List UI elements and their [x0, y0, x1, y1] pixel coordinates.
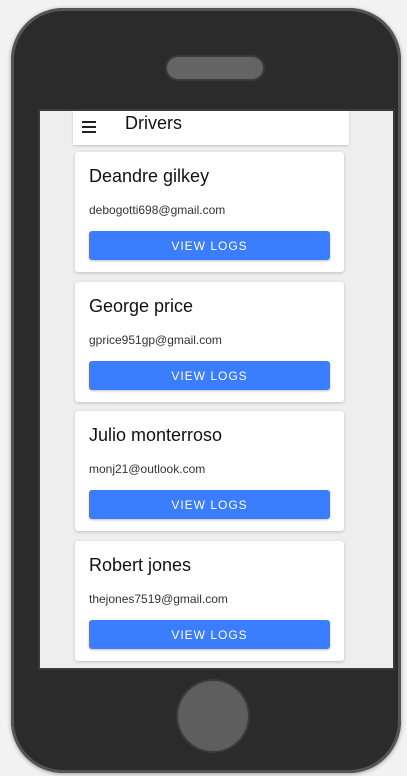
driver-name: Robert jones: [89, 555, 192, 575]
driver-card: Robert jones thejones7519@gmail.com VIEW…: [75, 541, 344, 661]
driver-card: George price gprice951gp@gmail.com VIEW …: [75, 282, 344, 402]
home-button[interactable]: [178, 681, 248, 751]
driver-name: Julio monterroso: [89, 425, 223, 445]
view-logs-button[interactable]: VIEW LOGS: [89, 620, 330, 649]
view-logs-button[interactable]: VIEW LOGS: [89, 361, 330, 390]
speaker-grille: [167, 57, 263, 79]
driver-email: debogotti698@gmail.com: [89, 203, 226, 217]
driver-name: George price: [89, 296, 194, 316]
phone-frame: Drivers Deandre gilkey debogotti698@gmai…: [11, 8, 401, 773]
app-screen: Drivers Deandre gilkey debogotti698@gmai…: [38, 109, 395, 670]
view-logs-button[interactable]: VIEW LOGS: [89, 490, 330, 519]
driver-card: Deandre gilkey debogotti698@gmail.com VI…: [75, 152, 344, 272]
hamburger-menu-icon[interactable]: [82, 121, 96, 133]
driver-email: gprice951gp@gmail.com: [89, 333, 222, 347]
page-title: Drivers: [125, 113, 182, 133]
driver-email: thejones7519@gmail.com: [89, 592, 228, 606]
driver-card: Julio monterroso monj21@outlook.com VIEW…: [75, 411, 344, 531]
driver-email: monj21@outlook.com: [89, 462, 206, 476]
view-logs-button[interactable]: VIEW LOGS: [89, 231, 330, 260]
app-bar: Drivers: [73, 111, 349, 145]
driver-name: Deandre gilkey: [89, 166, 210, 186]
